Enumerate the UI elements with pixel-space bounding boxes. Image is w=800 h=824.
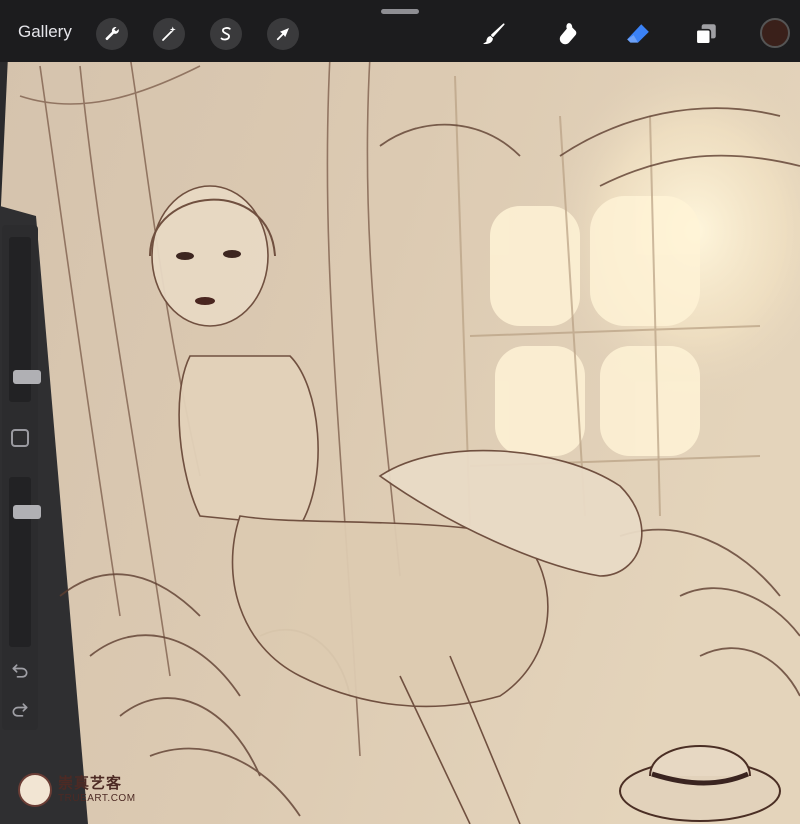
layers-icon — [695, 24, 716, 45]
brush-size-thumb[interactable] — [13, 369, 41, 384]
brush-size-slider[interactable] — [9, 237, 41, 402]
watermark-cn: 崇真艺客 — [58, 775, 123, 792]
smudge-button[interactable] — [553, 18, 585, 50]
redo-icon[interactable] — [10, 700, 30, 720]
watermark-en: TRUEART.COM — [58, 793, 136, 804]
drawing-canvas[interactable] — [0, 56, 800, 824]
undo-icon[interactable] — [10, 661, 30, 681]
magic-wand-icon — [162, 26, 176, 41]
pull-down-handle[interactable] — [381, 9, 419, 14]
arrow-cursor-icon — [276, 28, 289, 41]
top-toolbar: Gallery — [0, 0, 800, 62]
eraser-icon — [627, 24, 649, 43]
brush-button[interactable] — [478, 18, 510, 50]
transform-button[interactable] — [267, 18, 299, 50]
smudge-icon — [559, 23, 577, 45]
gallery-button[interactable]: Gallery — [18, 22, 72, 42]
selection-s-icon — [220, 27, 231, 41]
actions-button[interactable] — [96, 18, 128, 50]
left-sidebar — [2, 225, 41, 730]
watermark-logo — [18, 773, 52, 807]
modify-button[interactable] — [11, 429, 29, 447]
brush-opacity-slider[interactable] — [9, 477, 41, 647]
eraser-button[interactable] — [622, 18, 654, 50]
selection-button[interactable] — [210, 18, 242, 50]
watermark: 崇真艺客 TRUEART.COM — [18, 772, 136, 808]
layers-button[interactable] — [690, 18, 722, 50]
color-picker[interactable] — [760, 18, 790, 48]
brush-opacity-thumb[interactable] — [13, 505, 41, 520]
brush-icon — [483, 23, 505, 45]
wrench-icon — [105, 26, 119, 41]
adjustments-button[interactable] — [153, 18, 185, 50]
